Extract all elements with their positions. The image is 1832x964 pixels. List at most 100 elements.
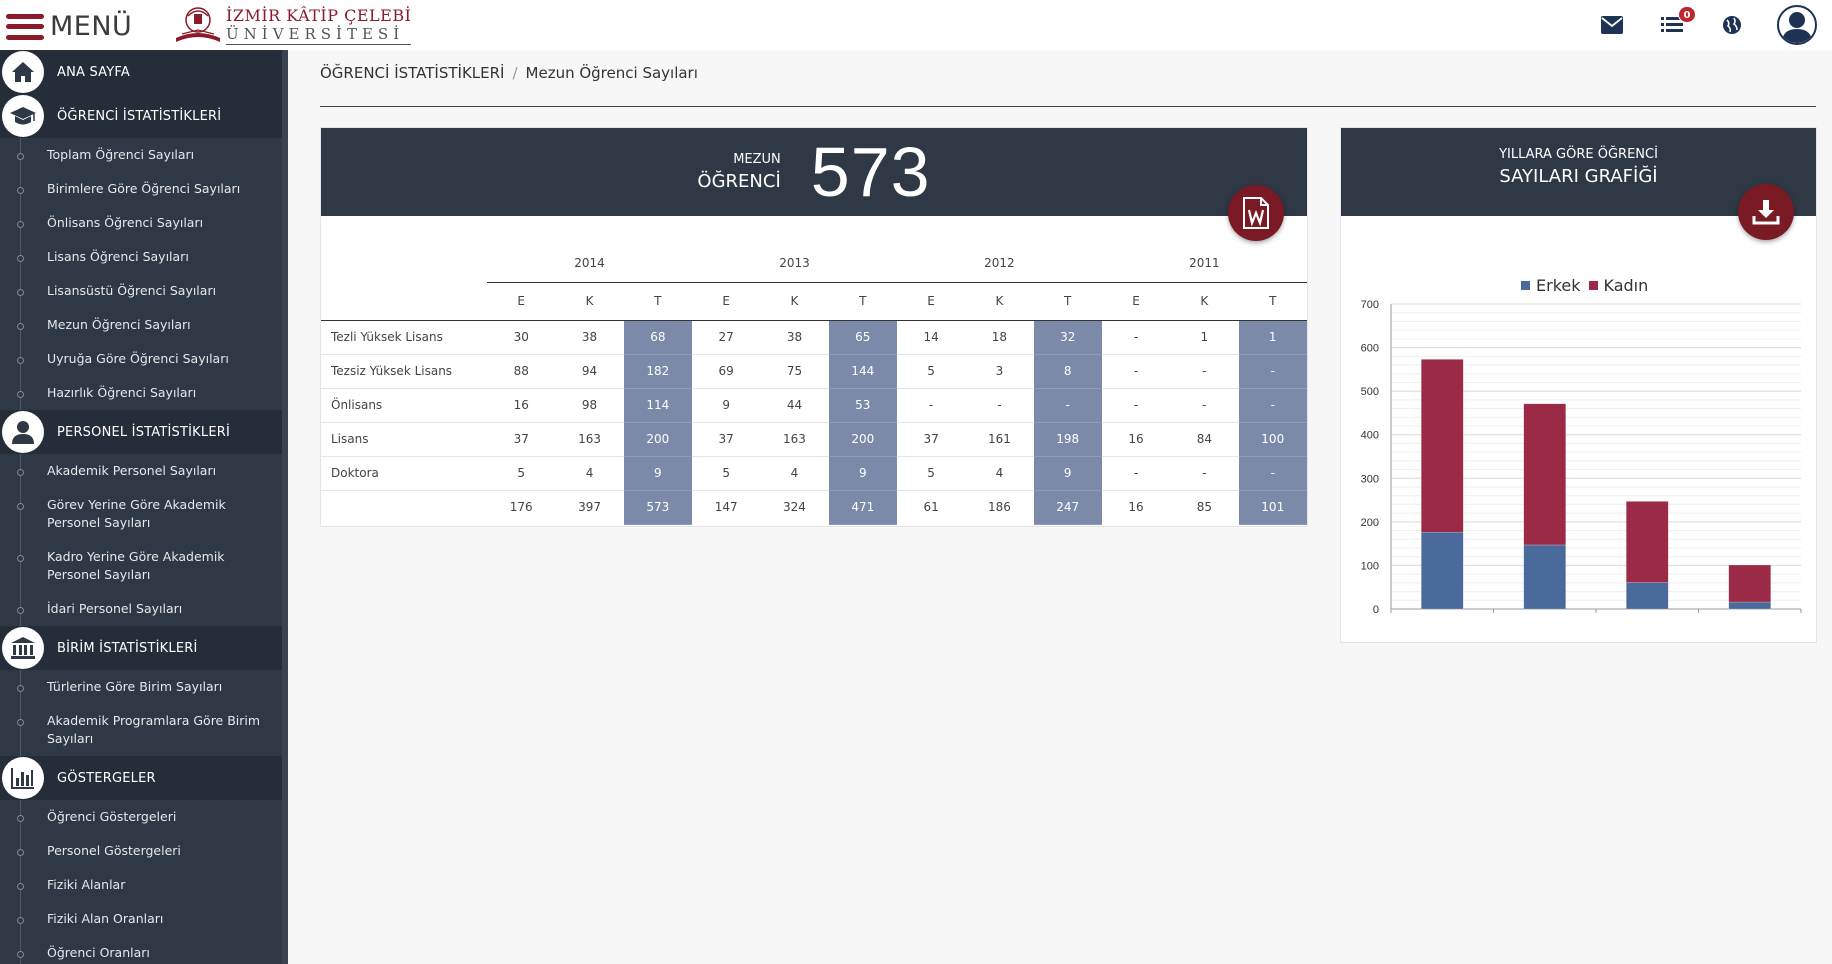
sidebar-section-personel-istatistikleri[interactable]: PERSONEL İSTATİSTİKLERİ <box>0 410 288 454</box>
table-cell: 4 <box>555 456 624 491</box>
sidebar-item-turlerine-gore-birim-sayilari[interactable]: Türlerine Göre Birim Sayıları <box>0 670 288 704</box>
sidebar-scrollbar[interactable] <box>282 50 288 964</box>
sidebar-item-fiziki-alanlar[interactable]: Fiziki Alanlar <box>0 868 288 902</box>
user-icon <box>2 411 44 453</box>
table-cell: 84 <box>1170 422 1239 457</box>
sidebar-item-lisansustu-ogrenci-sayilari[interactable]: Lisansüstü Öğrenci Sayıları <box>0 274 288 308</box>
total-cell: 68 <box>623 320 692 355</box>
total-cell: 144 <box>828 354 897 389</box>
row-label <box>321 489 488 524</box>
table-cell: 94 <box>555 354 624 389</box>
menu-label: MENÜ <box>50 11 133 42</box>
total-cell: 198 <box>1033 422 1102 457</box>
menu-button[interactable]: MENÜ <box>6 11 132 42</box>
column-header: T <box>623 281 692 321</box>
bar-erkek-2011 <box>1728 601 1771 610</box>
column-header: T <box>1033 281 1102 321</box>
row-label: Tezli Yüksek Lisans <box>321 320 488 355</box>
row-label: Lisans <box>321 422 488 457</box>
column-header: K <box>760 281 829 321</box>
sidebar-section-ogrenci-istatistikleri[interactable]: ÖĞRENCİ İSTATİSTİKLERİ <box>0 94 288 138</box>
sidebar-item-birimlere-gore-ogrenci-sayilari[interactable]: Birimlere Göre Öğrenci Sayıları <box>0 172 288 206</box>
sidebar-section-gostergeler[interactable]: GÖSTERGELER <box>0 756 288 800</box>
legend-swatch <box>1521 281 1530 290</box>
sidebar-item-toplam-ogrenci-sayilari[interactable]: Toplam Öğrenci Sayıları <box>0 138 288 172</box>
table-cell: 37 <box>692 422 761 457</box>
total-cell: 100 <box>1238 422 1307 457</box>
sidebar-item-fiziki-alan-oranlari[interactable]: Fiziki Alan Oranları <box>0 902 288 936</box>
table-cell: - <box>1170 354 1239 389</box>
download-chart-button[interactable] <box>1738 184 1794 240</box>
sidebar: ANA SAYFA ÖĞRENCİ İSTATİSTİKLERİ Toplam Öğ… <box>0 50 288 964</box>
year-header: 2011 <box>1189 255 1220 270</box>
notifications-button[interactable]: 0 <box>1642 0 1702 50</box>
row-label: Doktora <box>321 456 488 491</box>
table-cell: - <box>965 388 1034 423</box>
table-cell: 1 <box>1170 320 1239 355</box>
table-cell: 44 <box>760 388 829 423</box>
user-menu-button[interactable] <box>1762 0 1832 50</box>
table-cell: - <box>1170 388 1239 423</box>
legend-label: Kadın <box>1603 276 1649 295</box>
sidebar-item-mezun-ogrenci-sayilari[interactable]: Mezun Öğrenci Sayıları <box>0 308 288 342</box>
legend-item[interactable]: Kadın <box>1588 276 1649 295</box>
year-header: 2013 <box>779 255 810 270</box>
sidebar-item-hazirlik-ogrenci-sayilari[interactable]: Hazırlık Öğrenci Sayıları <box>0 376 288 410</box>
sidebar-item-idari-personel-sayilari[interactable]: İdari Personel Sayıları <box>0 592 288 626</box>
sidebar-item-ogrenci-gostergeleri[interactable]: Öğrenci Göstergeleri <box>0 800 288 834</box>
sidebar-section-birim-istatistikleri[interactable]: BİRİM İSTATİSTİKLERİ <box>0 626 288 670</box>
column-header: K <box>1170 281 1239 321</box>
y-tick-label: 300 <box>1361 473 1379 485</box>
sidebar-item-lisans-ogrenci-sayilari[interactable]: Lisans Öğrenci Sayıları <box>0 240 288 274</box>
table-cell: 27 <box>692 320 761 355</box>
grand-total-cell: 573 <box>623 489 692 525</box>
sidebar-item-akademik-programlara-gore-birim-sayilari[interactable]: Akademik Programlara Göre Birim Sayıları <box>0 704 288 756</box>
table-row: Doktora 5 4 9 5 4 9 5 4 9- - - <box>321 456 1307 491</box>
table-row: Tezsiz Yüksek Lisans 88 94 182 69 75 144 5 3 8- - - <box>321 354 1307 389</box>
messages-button[interactable] <box>1582 0 1642 50</box>
hamburger-icon <box>6 13 44 40</box>
university-logo[interactable]: İZMİR KÂTİP ÇELEBİ ÜNİVERSİTESİ <box>174 4 412 46</box>
sidebar-item-kadro-yerine-gore-akademik-personel-sayilari[interactable]: Kadro Yerine Göre Akademik Personel Sayı… <box>0 540 288 592</box>
column-header: E <box>487 281 556 321</box>
bar-erkek-2014 <box>1421 532 1464 610</box>
column-header: E <box>896 281 966 321</box>
sidebar-item-akademik-personel-sayilari[interactable]: Akademik Personel Sayıları <box>0 454 288 488</box>
total-cell: 32 <box>1033 320 1102 355</box>
total-cell: 9 <box>623 456 692 491</box>
table-cell: 16 <box>1101 422 1171 457</box>
column-header: K <box>555 281 624 321</box>
y-tick-label: 600 <box>1361 343 1379 355</box>
language-button[interactable] <box>1702 0 1762 50</box>
table-cell: 5 <box>896 354 966 389</box>
table-cell: - <box>1101 388 1171 423</box>
stat-header: MEZUN ÖĞRENCİ 573 <box>321 128 1307 241</box>
chart-legend: Erkek Kadın <box>1521 276 1656 295</box>
sidebar-item-personel-gostergeleri[interactable]: Personel Göstergeleri <box>0 834 288 868</box>
sidebar-submenu: Toplam Öğrenci Sayıları Birimlere Göre Öğ… <box>0 138 288 410</box>
total-row-cell: 397 <box>555 489 624 524</box>
sidebar-section-ana-sayfa[interactable]: ANA SAYFA <box>0 50 288 94</box>
total-row-cell: 147 <box>692 489 761 524</box>
column-header: K <box>965 281 1034 321</box>
breadcrumb-root[interactable]: ÖĞRENCİ İSTATİSTİKLERİ <box>320 64 504 82</box>
y-tick-label: 200 <box>1361 517 1379 529</box>
table-cell: 5 <box>692 456 761 491</box>
legend-item[interactable]: Erkek <box>1521 276 1581 295</box>
y-tick-label: 700 <box>1361 299 1379 311</box>
row-label: Tezsiz Yüksek Lisans <box>321 354 488 389</box>
export-word-button[interactable] <box>1228 185 1284 241</box>
sidebar-item-gorev-yerine-gore-akademik-personel-sayilari[interactable]: Görev Yerine Göre Akademik Personel Sayı… <box>0 488 288 540</box>
total-cell: 9 <box>1033 456 1102 491</box>
sidebar-item-ogrenci-oranlari[interactable]: Öğrenci Oranları <box>0 936 288 964</box>
grand-total-cell: 471 <box>828 489 897 525</box>
table-cell: - <box>896 388 966 423</box>
table-cell: 5 <box>487 456 556 491</box>
graduate-table: 2014 2013 2012 2011 EKTEKTEKTEKT Tezli Yüks… <box>321 244 1307 525</box>
table-cell: - <box>1101 456 1171 491</box>
total-cell: 9 <box>828 456 897 491</box>
sidebar-item-uyruga-gore-ogrenci-sayilari[interactable]: Uyruğa Göre Öğrenci Sayıları <box>0 342 288 376</box>
chart-title-big: SAYILARI GRAFİĞİ <box>1499 166 1658 187</box>
bar-erkek-2012 <box>1626 582 1669 610</box>
sidebar-item-onlisans-ogrenci-sayilari[interactable]: Önlisans Öğrenci Sayıları <box>0 206 288 240</box>
